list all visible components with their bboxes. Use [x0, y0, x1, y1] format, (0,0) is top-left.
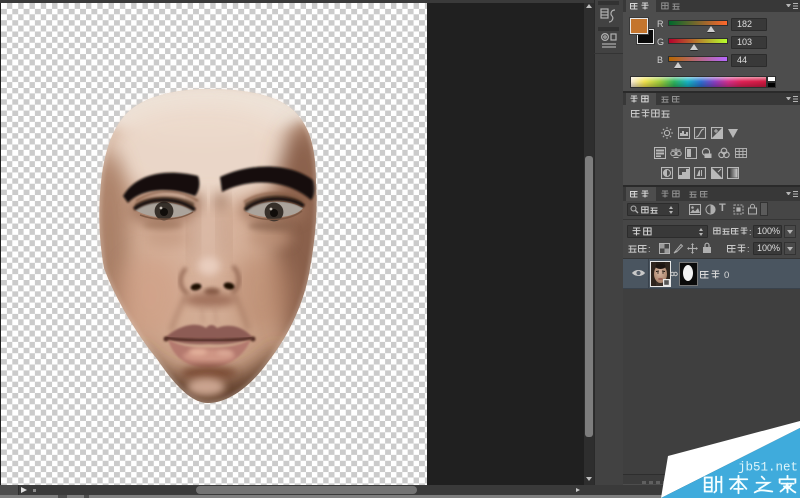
svg-text:jb51.net: jb51.net [738, 461, 798, 475]
